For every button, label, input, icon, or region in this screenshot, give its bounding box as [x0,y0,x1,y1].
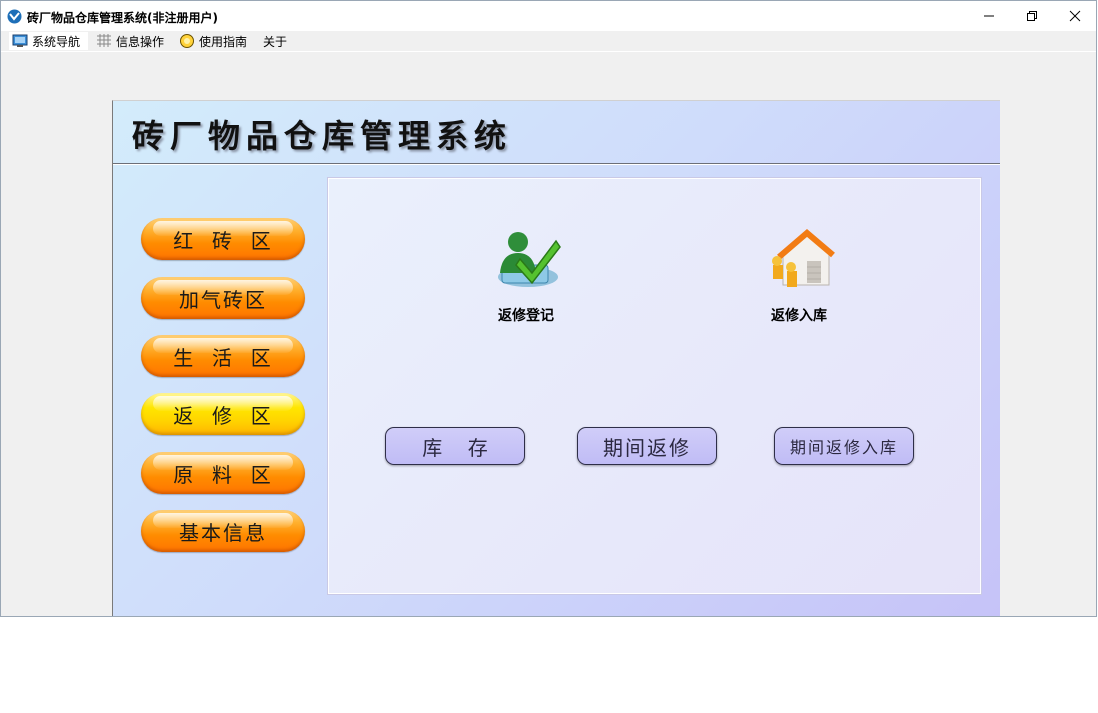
period-repair-button[interactable]: 期间返修 [577,427,717,465]
nav-label: 红 砖 区 [173,228,273,253]
app-logo-icon [7,9,22,24]
repair-stock-in-item[interactable]: 返修入库 [744,225,854,325]
menu-item-guide[interactable]: 使用指南 [179,32,249,50]
restore-icon [1027,11,1037,21]
nav-raw-material-area[interactable]: 原 料 区 [141,452,305,494]
menu-item-navigation[interactable]: 系统导航 [9,32,88,50]
nav-red-brick-area[interactable]: 红 砖 区 [141,218,305,260]
close-icon [1069,10,1081,22]
menu-item-label: 信息操作 [116,34,165,49]
nav-basic-info[interactable]: 基本信息 [141,510,305,552]
restore-button[interactable] [1009,1,1055,31]
period-repair-button-label: 期间返修 [603,435,691,460]
menu-item-label: 关于 [263,34,288,49]
menu-item-about[interactable]: 关于 [263,32,293,50]
nav-repair-area[interactable]: 返 修 区 [141,393,305,435]
repair-register-label: 返修登记 [498,308,554,324]
header-divider-highlight [113,164,1000,165]
menu-bar: 系统导航 信息操作 使用指南 关于 [1,31,1096,52]
nav-living-area[interactable]: 生 活 区 [141,335,305,377]
nav-label: 基本信息 [179,520,267,545]
nav-label: 原 料 区 [173,462,273,487]
period-repair-stock-in-button-label: 期间返修入库 [789,438,898,457]
system-title: 砖厂物品仓库管理系统 [132,117,513,155]
window-title: 砖厂物品仓库管理系统(非注册用户) [27,11,218,25]
repair-register-item[interactable]: 返修登记 [471,225,581,325]
title-bar: 砖厂物品仓库管理系统(非注册用户) [1,1,1096,31]
minimize-icon [984,15,994,17]
minimize-button[interactable] [966,1,1012,31]
inventory-button-label: 库 存 [422,435,488,460]
menu-item-label: 系统导航 [32,34,81,49]
menu-item-info-ops[interactable]: 信息操作 [96,32,168,50]
close-button[interactable] [1052,1,1098,31]
nav-label: 返 修 区 [173,403,273,428]
repair-stock-in-label: 返修入库 [771,308,827,324]
grid-icon [97,34,111,47]
period-repair-stock-in-button[interactable]: 期间返修入库 [774,427,914,465]
nav-label: 加气砖区 [179,287,267,312]
app-window: 砖厂物品仓库管理系统(非注册用户) 系统导航 信息操作 使用指南 关于 砖厂物品… [0,0,1097,617]
main-panel: 砖厂物品仓库管理系统 红 砖 区 加气砖区 生 活 区 返 修 区 原 料 区 … [112,100,1000,616]
monitor-icon [12,34,28,47]
content-panel: 返修登记 返修入库 库 存 期间返修 期间返修入库 [327,177,982,595]
menu-item-label: 使用指南 [199,34,248,49]
warehouse-icon [772,229,835,287]
nav-label: 生 活 区 [173,345,273,370]
inventory-button[interactable]: 库 存 [385,427,525,465]
help-icon [180,34,194,48]
nav-aerated-brick-area[interactable]: 加气砖区 [141,277,305,319]
user-check-icon [498,232,561,287]
